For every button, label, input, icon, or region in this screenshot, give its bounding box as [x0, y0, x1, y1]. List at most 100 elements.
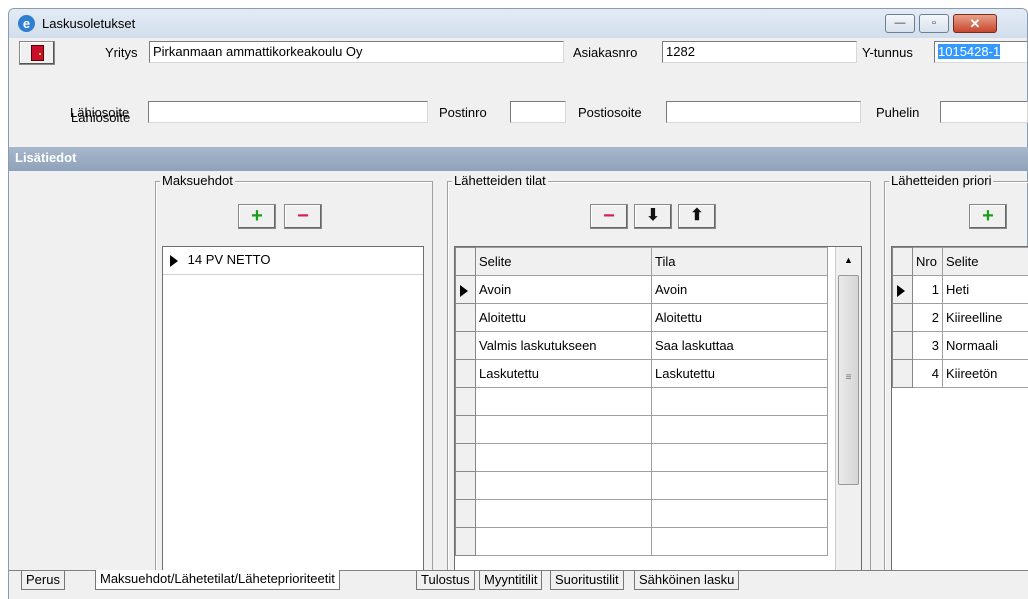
row-indicator — [455, 387, 476, 416]
empty-row[interactable] — [455, 387, 828, 416]
restore-icon: ▫ — [932, 17, 936, 29]
cell-tila[interactable]: Laskutettu — [651, 359, 828, 388]
ytunnus-value: 1015428-1 — [938, 44, 1001, 59]
cell-nro[interactable]: 2 — [912, 303, 943, 332]
cell-selite[interactable]: Kiireelline — [942, 303, 1028, 332]
plus-icon: + — [982, 205, 994, 227]
ytunnus-label: Y-tunnus — [862, 45, 913, 60]
table-row[interactable]: Aloitettu Aloitettu — [455, 303, 828, 332]
lahetetilat-grid[interactable]: Selite Tila Avoin Avoin Aloitettu Aloitett… — [454, 246, 862, 576]
arrow-up-icon: ⬆ — [690, 207, 704, 224]
minus-icon: − — [297, 205, 309, 227]
empty-cell[interactable] — [651, 387, 828, 416]
cell-selite[interactable]: Avoin — [475, 275, 652, 304]
cell-tila[interactable]: Saa laskuttaa — [651, 331, 828, 360]
yritys-label: Yritys — [105, 45, 138, 60]
table-row[interactable]: 1 Heti — [892, 275, 1028, 304]
cell-selite[interactable]: Laskutettu — [475, 359, 652, 388]
cell-selite[interactable]: Kiireetön — [942, 359, 1028, 388]
cell-selite[interactable]: Valmis laskutukseen — [475, 331, 652, 360]
empty-cell[interactable] — [475, 415, 652, 444]
empty-cell[interactable] — [651, 499, 828, 528]
row-indicator — [892, 247, 913, 276]
list-item[interactable]: 14 PV NETTO — [163, 247, 423, 275]
row-indicator — [455, 471, 476, 500]
exit-button[interactable] — [19, 41, 55, 65]
row-indicator — [455, 331, 476, 360]
minimize-icon: — — [894, 17, 906, 29]
remove-tila-button[interactable]: − — [590, 204, 628, 229]
empty-cell[interactable] — [651, 443, 828, 472]
remove-maksuehto-button[interactable]: − — [284, 204, 322, 229]
ytunnus-field[interactable]: 1015428-1 — [934, 41, 1027, 63]
table-row[interactable]: 3 Normaali — [892, 331, 1028, 360]
minimize-button[interactable]: — — [885, 14, 915, 33]
empty-cell[interactable] — [475, 471, 652, 500]
table-row[interactable]: 2 Kiireelline — [892, 303, 1028, 332]
title-bar[interactable]: e Laskusoletukset — ▫ ✕ — [9, 9, 1027, 38]
current-row-icon — [170, 254, 178, 267]
add-maksuehto-button[interactable]: + — [238, 204, 276, 229]
cell-nro[interactable]: 4 — [912, 359, 943, 388]
yritys-field[interactable]: Pirkanmaan ammattikorkeakoulu Oy — [149, 41, 564, 63]
column-header-selite[interactable]: Selite — [475, 247, 652, 276]
move-down-button[interactable]: ⬇ — [634, 204, 672, 229]
puhelin-field[interactable] — [940, 101, 1028, 123]
cell-nro[interactable]: 1 — [912, 275, 943, 304]
column-header-tila[interactable]: Tila — [651, 247, 828, 276]
empty-cell[interactable] — [475, 443, 652, 472]
cell-selite[interactable]: Normaali — [942, 331, 1028, 360]
empty-row[interactable] — [455, 471, 828, 500]
restore-button[interactable]: ▫ — [919, 14, 949, 33]
row-indicator — [455, 527, 476, 556]
table-row[interactable]: Valmis laskutukseen Saa laskuttaa — [455, 331, 828, 360]
empty-cell[interactable] — [475, 499, 652, 528]
tab-suoritustilit[interactable]: Suoritustilit — [550, 571, 624, 590]
empty-cell[interactable] — [651, 471, 828, 500]
tab-maksuehdot[interactable]: Maksuehdot/Lähetetilat/Läheteprioriteeti… — [95, 570, 340, 590]
table-row[interactable]: Avoin Avoin — [455, 275, 828, 304]
postiosoite-label: Postiosoite — [578, 105, 642, 120]
empty-cell[interactable] — [651, 527, 828, 556]
cell-nro[interactable]: 3 — [912, 331, 943, 360]
cell-selite[interactable]: Heti — [942, 275, 1028, 304]
row-indicator — [892, 275, 913, 304]
table-row[interactable]: 4 Kiireetön — [892, 359, 1028, 388]
tab-perus[interactable]: Perus — [21, 571, 65, 590]
lahiosoite-field[interactable] — [148, 101, 428, 123]
column-header-selite[interactable]: Selite — [942, 247, 1028, 276]
empty-row[interactable] — [455, 527, 828, 556]
column-header-nro[interactable]: Nro — [912, 247, 943, 276]
empty-row[interactable] — [455, 443, 828, 472]
empty-cell[interactable] — [475, 387, 652, 416]
postinro-field[interactable] — [510, 101, 566, 123]
close-button[interactable]: ✕ — [953, 14, 997, 33]
tab-myyntitilit[interactable]: Myyntitilit — [479, 571, 543, 590]
empty-cell[interactable] — [475, 527, 652, 556]
asiakasnro-field[interactable]: 1282 — [662, 41, 857, 63]
minus-icon: − — [603, 205, 615, 227]
vertical-scrollbar[interactable]: ▲ ≡ — [835, 247, 861, 575]
scrollbar-thumb[interactable]: ≡ — [838, 275, 859, 485]
row-indicator — [455, 247, 476, 276]
table-row[interactable]: Laskutettu Laskutettu — [455, 359, 828, 388]
prioriteetit-grid[interactable]: Nro Selite 1 Heti 2 Kiireelline 3 Normaali … — [891, 246, 1028, 576]
row-indicator — [455, 499, 476, 528]
postiosoite-field[interactable] — [666, 101, 861, 123]
tab-tulostus[interactable]: Tulostus — [416, 571, 475, 590]
tab-sahkoinen-lasku[interactable]: Sähköinen lasku — [634, 571, 740, 590]
empty-row[interactable] — [455, 415, 828, 444]
current-row-icon — [460, 284, 468, 297]
add-prioriteetti-button[interactable]: + — [969, 204, 1007, 229]
scroll-up-icon[interactable]: ▲ — [836, 247, 861, 265]
window-title: Laskusoletukset — [42, 16, 136, 31]
grip-icon: ≡ — [845, 372, 852, 383]
empty-cell[interactable] — [651, 415, 828, 444]
cell-tila[interactable]: Aloitettu — [651, 303, 828, 332]
arrow-down-icon: ⬇ — [646, 207, 660, 224]
cell-tila[interactable]: Avoin — [651, 275, 828, 304]
cell-selite[interactable]: Aloitettu — [475, 303, 652, 332]
move-up-button[interactable]: ⬆ — [678, 204, 716, 229]
empty-row[interactable] — [455, 499, 828, 528]
maksuehdot-list[interactable]: 14 PV NETTO — [162, 246, 424, 576]
